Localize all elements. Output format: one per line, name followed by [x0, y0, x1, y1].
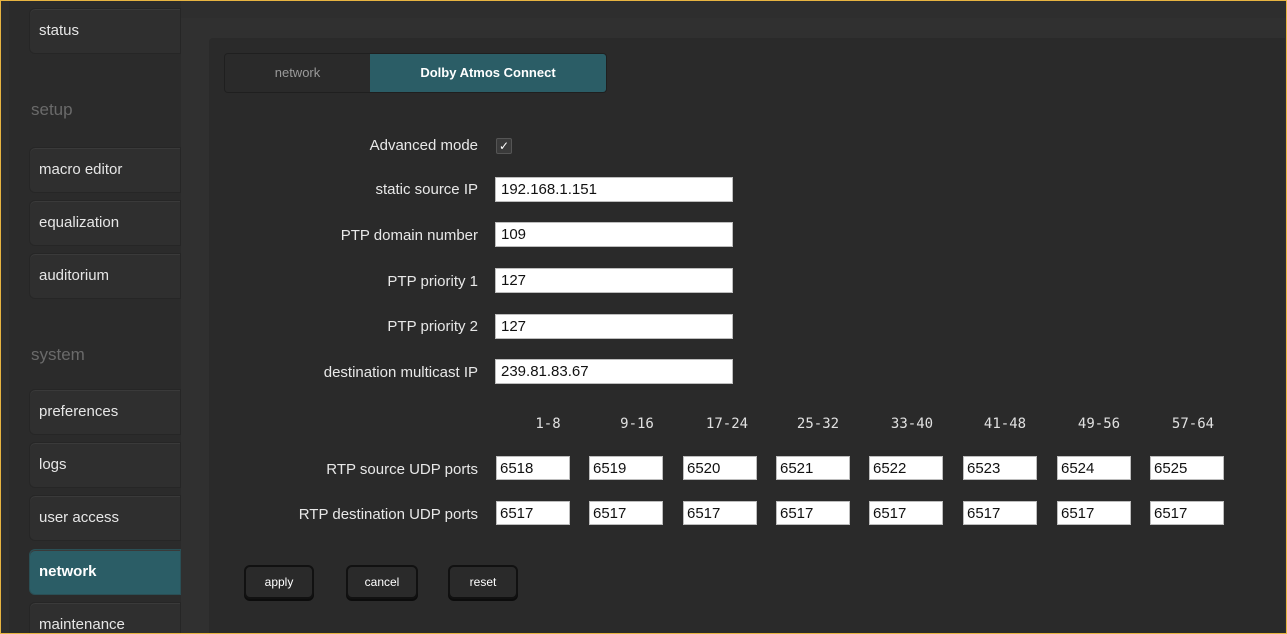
port-col-head: 17-24	[705, 416, 749, 432]
sidebar-item-auditorium[interactable]: auditorium	[29, 253, 181, 299]
rtp-source-port-field[interactable]	[963, 456, 1037, 480]
dest-multicast-label: destination multicast IP	[323, 364, 478, 381]
tab-dolby-atmos-connect[interactable]: Dolby Atmos Connect	[370, 54, 606, 92]
sidebar-item-maintenance[interactable]: maintenance	[29, 602, 181, 633]
ptp-priority1-label: PTP priority 1	[387, 273, 478, 290]
sidebar-item-preferences[interactable]: preferences	[29, 389, 181, 435]
port-col-head: 41-48	[983, 416, 1027, 432]
rtp-dest-port-field[interactable]	[776, 501, 850, 525]
rtp-source-port-field[interactable]	[496, 456, 570, 480]
rtp-dest-port-field[interactable]	[496, 501, 570, 525]
rtp-dest-port-field[interactable]	[589, 501, 663, 525]
rtp-source-port-field[interactable]	[776, 456, 850, 480]
reset-button[interactable]: reset	[448, 565, 518, 599]
rtp-dest-port-field[interactable]	[1150, 501, 1224, 525]
sidebar-item-equalization[interactable]: equalization	[29, 200, 181, 246]
advanced-mode-checkbox[interactable]: ✓	[496, 138, 512, 154]
sidebar-item-logs[interactable]: logs	[29, 442, 181, 488]
port-col-head: 57-64	[1171, 416, 1215, 432]
section-title-setup: setup	[31, 100, 73, 119]
rtp-dest-port-field[interactable]	[683, 501, 757, 525]
ptp-priority2-field[interactable]	[495, 314, 733, 339]
settings-panel	[209, 38, 1285, 633]
sidebar-item-network[interactable]: network	[29, 549, 181, 595]
port-col-head: 9-16	[620, 416, 654, 432]
tab-bar: network Dolby Atmos Connect	[224, 53, 607, 93]
tab-network[interactable]: network	[225, 54, 370, 92]
cancel-button[interactable]: cancel	[346, 565, 418, 599]
rtp-source-port-field[interactable]	[683, 456, 757, 480]
app-window: status setup macro editor equalization a…	[0, 0, 1287, 634]
rtp-source-port-field[interactable]	[1057, 456, 1131, 480]
rtp-dest-port-field[interactable]	[869, 501, 943, 525]
static-source-ip-field[interactable]	[495, 177, 733, 202]
apply-button[interactable]: apply	[244, 565, 314, 599]
sidebar: status setup macro editor equalization a…	[9, 1, 181, 633]
port-col-head: 1-8	[535, 416, 561, 432]
rtp-dest-port-field[interactable]	[963, 501, 1037, 525]
sidebar-item-status[interactable]: status	[29, 8, 181, 54]
static-source-ip-label: static source IP	[375, 181, 478, 198]
dest-multicast-field[interactable]	[495, 359, 733, 384]
ptp-priority1-field[interactable]	[495, 268, 733, 293]
port-col-head: 49-56	[1077, 416, 1121, 432]
sidebar-item-macro-editor[interactable]: macro editor	[29, 147, 181, 193]
rtp-dest-label: RTP destination UDP ports	[298, 506, 478, 523]
rtp-source-port-field[interactable]	[869, 456, 943, 480]
rtp-source-label: RTP source UDP ports	[326, 461, 478, 478]
ptp-priority2-label: PTP priority 2	[387, 318, 478, 335]
rtp-source-port-field[interactable]	[589, 456, 663, 480]
ptp-domain-field[interactable]	[495, 222, 733, 247]
rtp-dest-port-field[interactable]	[1057, 501, 1131, 525]
rtp-source-port-field[interactable]	[1150, 456, 1224, 480]
ptp-domain-label: PTP domain number	[340, 227, 478, 244]
port-col-head: 25-32	[796, 416, 840, 432]
section-title-system: system	[31, 345, 85, 364]
advanced-mode-label: Advanced mode	[369, 137, 478, 154]
port-col-head: 33-40	[890, 416, 934, 432]
sidebar-item-user-access[interactable]: user access	[29, 495, 181, 541]
